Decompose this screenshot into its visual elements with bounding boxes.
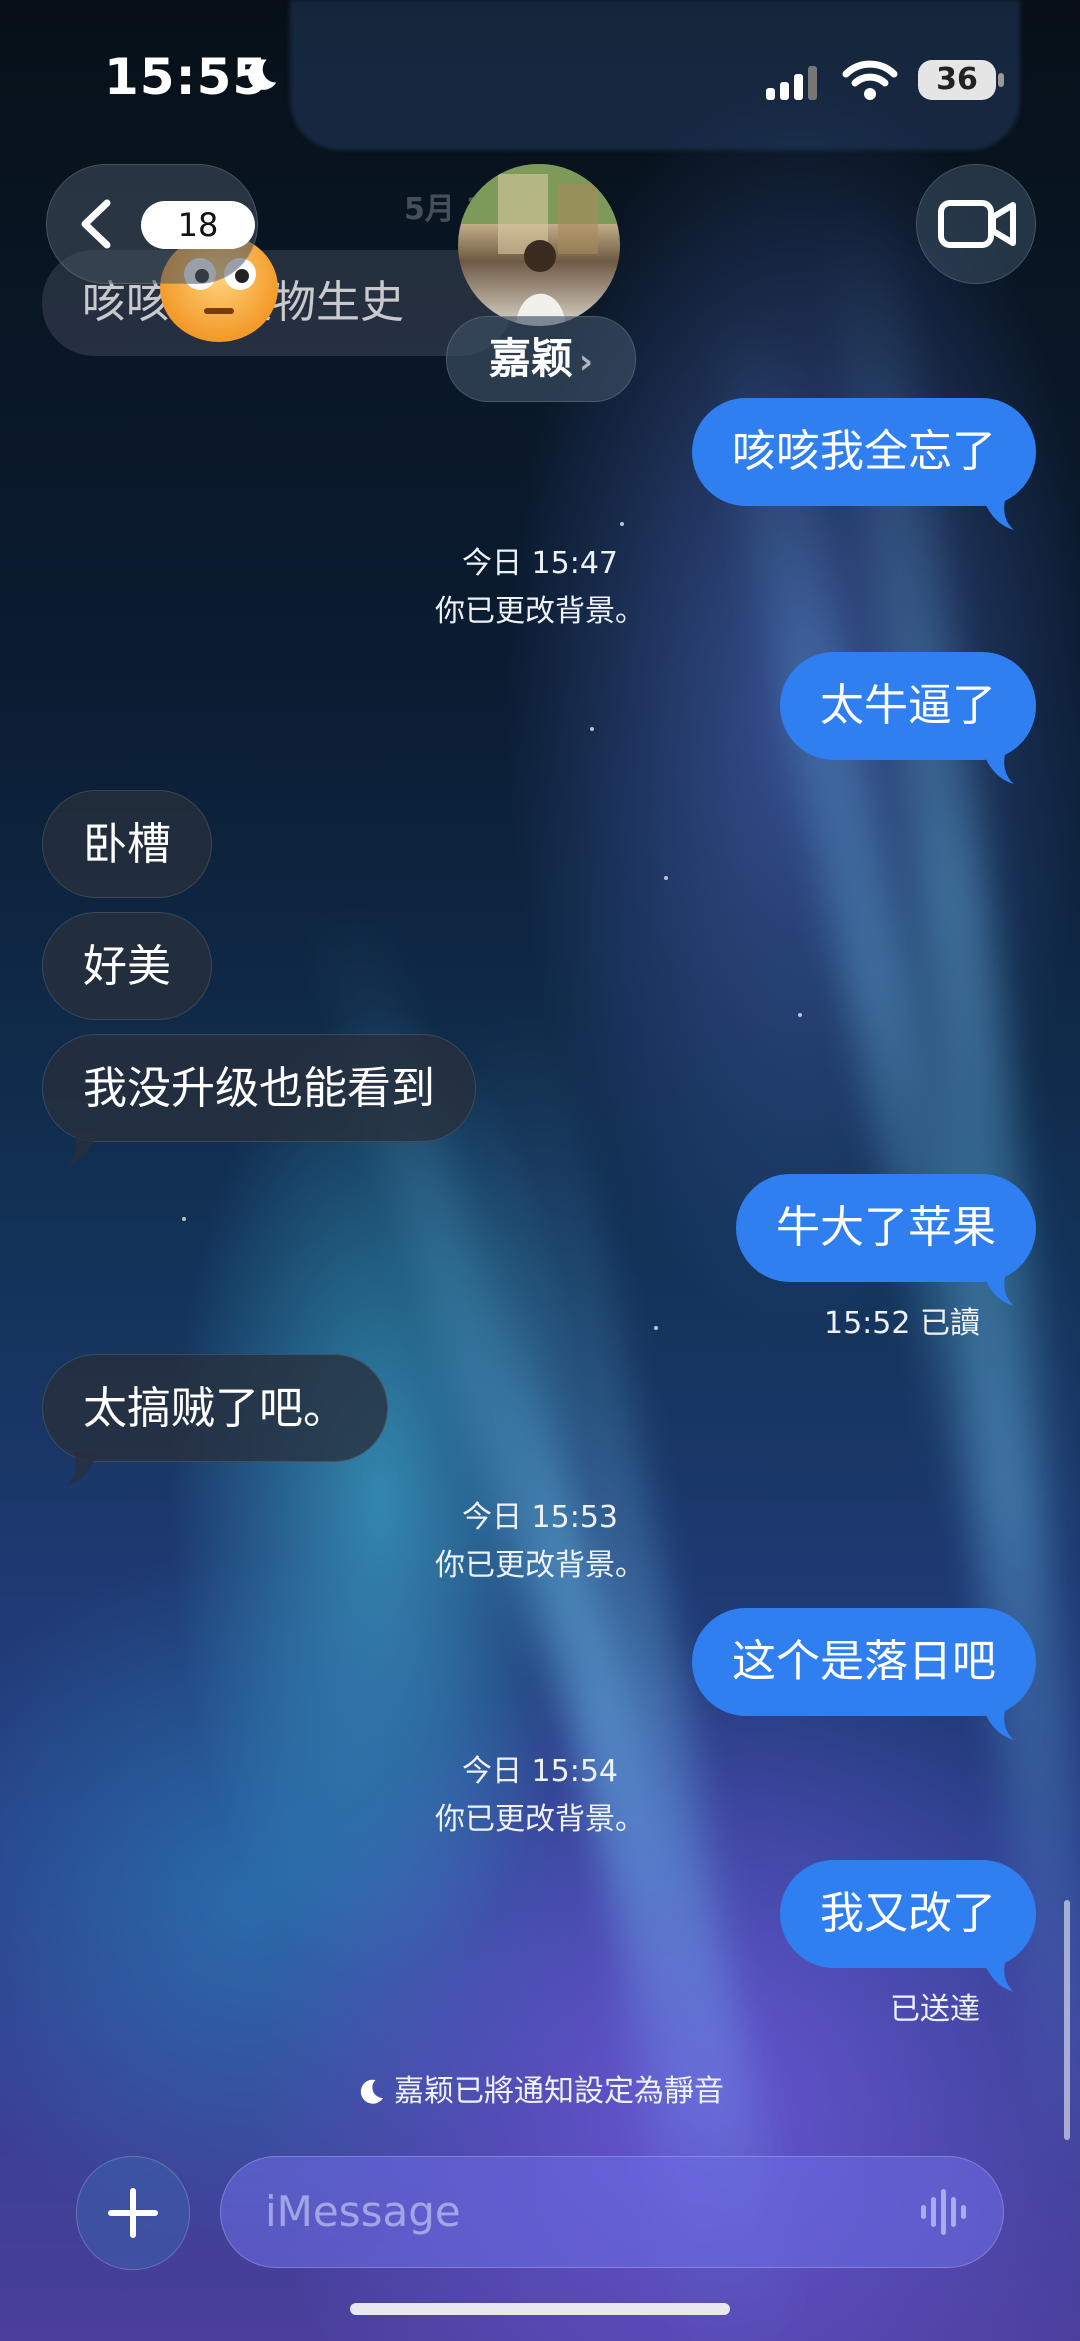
bubble-tail bbox=[982, 1958, 1014, 1992]
contact-name: 嘉颖 bbox=[488, 334, 573, 383]
system-message: 你已更改背景。 bbox=[435, 1548, 645, 1583]
outgoing-message[interactable]: 牛大了苹果 bbox=[736, 1174, 1036, 1282]
status-bar: 15:55 36 bbox=[0, 0, 1080, 150]
scroll-indicator bbox=[1064, 1900, 1070, 2140]
message-input[interactable]: iMessage bbox=[220, 2156, 1004, 2268]
notification-muted-note: 嘉颖已將通知設定為靜音 bbox=[0, 2066, 1080, 2110]
bubble-tail bbox=[982, 750, 1014, 784]
wifi-icon bbox=[842, 60, 898, 100]
moon-icon bbox=[360, 2079, 383, 2104]
bubble-tail bbox=[66, 1452, 98, 1486]
incoming-message[interactable]: 我没升级也能看到 bbox=[42, 1034, 476, 1142]
system-timestamp: 今日 15:53 bbox=[462, 1500, 618, 1535]
bubble-tail bbox=[982, 1706, 1014, 1740]
voice-dictation-icon[interactable] bbox=[919, 2187, 973, 2237]
contact-name-button[interactable]: 嘉颖 › bbox=[446, 316, 636, 402]
incoming-message[interactable]: 卧槽 bbox=[42, 790, 212, 898]
back-button[interactable]: 18 bbox=[46, 164, 258, 284]
outgoing-message[interactable]: 这个是落日吧 bbox=[692, 1608, 1036, 1716]
outgoing-message[interactable]: 我又改了 bbox=[780, 1860, 1036, 1968]
focus-moon-icon bbox=[248, 59, 277, 90]
delivered-receipt: 已送達 bbox=[890, 1992, 980, 2027]
add-attachment-button[interactable] bbox=[76, 2156, 190, 2270]
battery-tip bbox=[998, 73, 1004, 87]
battery-level: 36 bbox=[918, 60, 996, 100]
unread-count-badge: 18 bbox=[141, 201, 255, 249]
read-receipt: 15:52 已讀 bbox=[824, 1306, 980, 1341]
home-indicator bbox=[350, 2303, 730, 2315]
system-timestamp: 今日 15:54 bbox=[462, 1754, 618, 1789]
chevron-right-icon: › bbox=[579, 342, 594, 382]
video-camera-icon bbox=[938, 200, 1016, 248]
incoming-message[interactable]: 好美 bbox=[42, 912, 212, 1020]
bubble-tail bbox=[982, 496, 1014, 530]
plus-icon bbox=[108, 2188, 158, 2238]
system-message: 你已更改背景。 bbox=[435, 1802, 645, 1837]
system-message: 你已更改背景。 bbox=[435, 594, 645, 629]
incoming-message[interactable]: 太搞贼了吧。 bbox=[42, 1354, 388, 1462]
bubble-tail bbox=[982, 1272, 1014, 1306]
mute-note-text: 嘉颖已將通知設定為靜音 bbox=[394, 2074, 724, 2109]
outgoing-message[interactable]: 太牛逼了 bbox=[780, 652, 1036, 760]
system-timestamp: 今日 15:47 bbox=[462, 546, 618, 581]
outgoing-message[interactable]: 咳咳我全忘了 bbox=[692, 398, 1036, 506]
contact-avatar[interactable] bbox=[458, 164, 620, 326]
facetime-video-button[interactable] bbox=[916, 164, 1036, 284]
cellular-signal-icon bbox=[766, 66, 817, 100]
bubble-tail bbox=[66, 1132, 98, 1166]
chevron-left-icon bbox=[81, 199, 111, 249]
message-input-placeholder: iMessage bbox=[265, 2187, 461, 2236]
